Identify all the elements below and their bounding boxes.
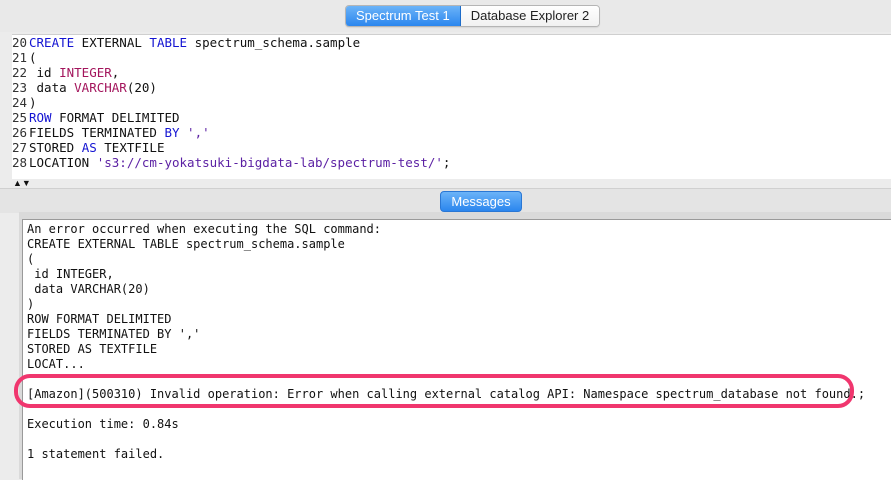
editor-line[interactable]: 20 CREATE EXTERNAL TABLE spectrum_schema.… — [12, 35, 891, 50]
code-text: LOCATION 's3://cm-yokatsuki-bigdata-lab/… — [29, 155, 450, 170]
code-token: AS — [81, 140, 97, 155]
code-text: ROW FORMAT DELIMITED — [29, 110, 180, 125]
code-token: TEXTFILE — [96, 140, 165, 155]
line-number: 20 — [12, 35, 28, 50]
code-token: FIELDS TERMINATED — [29, 125, 165, 140]
editor-line-partial — [12, 170, 891, 176]
code-token: ; — [442, 155, 451, 170]
message-line: id INTEGER, — [27, 267, 114, 281]
code-token: BY — [164, 125, 180, 140]
code-token: STORED — [29, 140, 82, 155]
message-line: LOCAT... — [27, 357, 85, 371]
messages-tab-button[interactable]: Messages — [440, 191, 522, 212]
error-highlight-annotation — [14, 374, 854, 408]
code-token: LOCATION — [29, 155, 97, 170]
editor-line[interactable]: 27 STORED AS TEXTFILE — [12, 140, 891, 155]
code-token: VARCHAR — [74, 80, 127, 95]
code-token: (20) — [126, 80, 157, 95]
line-number: 22 — [12, 65, 28, 80]
tab-spectrum-test-1[interactable]: Spectrum Test 1 — [346, 6, 461, 26]
statement-summary: 1 statement failed. — [27, 447, 165, 461]
line-number: 27 — [12, 140, 28, 155]
code-text: ( — [29, 50, 37, 65]
code-token: ',' — [179, 125, 210, 140]
message-line: FIELDS TERMINATED BY ',' — [27, 327, 201, 341]
code-text: STORED AS TEXTFILE — [29, 140, 164, 155]
code-text: CREATE EXTERNAL TABLE spectrum_schema.sa… — [29, 35, 360, 50]
splitter-arrows-icon[interactable]: ▲▼ — [13, 178, 37, 188]
line-number: 28 — [12, 155, 28, 170]
code-token: id — [29, 65, 60, 80]
execution-time: Execution time: 0.84s — [27, 417, 179, 431]
line-number: 26 — [12, 125, 28, 140]
message-line: data VARCHAR(20) — [27, 282, 150, 296]
code-token: INTEGER — [59, 65, 112, 80]
code-token: , — [111, 65, 120, 80]
tab-database-explorer-2[interactable]: Database Explorer 2 — [460, 6, 600, 26]
line-number: 21 — [12, 50, 28, 65]
code-token: ) — [29, 95, 37, 110]
tab-bar: Spectrum Test 1 Database Explorer 2 — [0, 0, 891, 32]
code-text: id INTEGER, — [29, 65, 120, 80]
editor-line[interactable]: 21( — [12, 50, 891, 65]
code-token: 's3://cm-yokatsuki-bigdata-lab/spectrum-… — [96, 155, 443, 170]
code-token: CREATE — [29, 35, 75, 50]
line-number: 23 — [12, 80, 28, 95]
sql-editor[interactable]: 20 CREATE EXTERNAL TABLE spectrum_schema.… — [12, 34, 891, 179]
tab-group: Spectrum Test 1 Database Explorer 2 — [345, 5, 601, 27]
line-number: 24 — [12, 95, 28, 110]
messages-output: An error occurred when executing the SQL… — [22, 219, 891, 480]
code-token: ( — [29, 50, 37, 65]
message-line: ROW FORMAT DELIMITED — [27, 312, 172, 326]
editor-line[interactable]: 22 id INTEGER, — [12, 65, 891, 80]
code-token: EXTERNAL — [74, 35, 150, 50]
code-token: data — [29, 80, 75, 95]
editor-line[interactable]: 28 LOCATION 's3://cm-yokatsuki-bigdata-la… — [12, 155, 891, 170]
message-line: An error occurred when executing the SQL… — [27, 222, 382, 236]
line-number: 25 — [12, 110, 28, 125]
code-text: ) — [29, 95, 37, 110]
editor-line[interactable]: 25 ROW FORMAT DELIMITED — [12, 110, 891, 125]
message-line: STORED AS TEXTFILE — [27, 342, 158, 356]
code-token: spectrum_schema.sample — [187, 35, 361, 50]
code-text: FIELDS TERMINATED BY ',' — [29, 125, 210, 140]
code-token: TABLE — [149, 35, 188, 50]
code-token: FORMAT DELIMITED — [51, 110, 180, 125]
message-line: CREATE EXTERNAL TABLE spectrum_schema.sa… — [27, 237, 345, 251]
message-line: ( — [27, 252, 35, 266]
editor-line[interactable]: 24) — [12, 95, 891, 110]
message-line: ) — [27, 297, 35, 311]
editor-line[interactable]: 23 data VARCHAR(20) — [12, 80, 891, 95]
code-token: ROW — [29, 110, 52, 125]
editor-line[interactable]: 26 FIELDS TERMINATED BY ',' — [12, 125, 891, 140]
code-text: data VARCHAR(20) — [29, 80, 157, 95]
